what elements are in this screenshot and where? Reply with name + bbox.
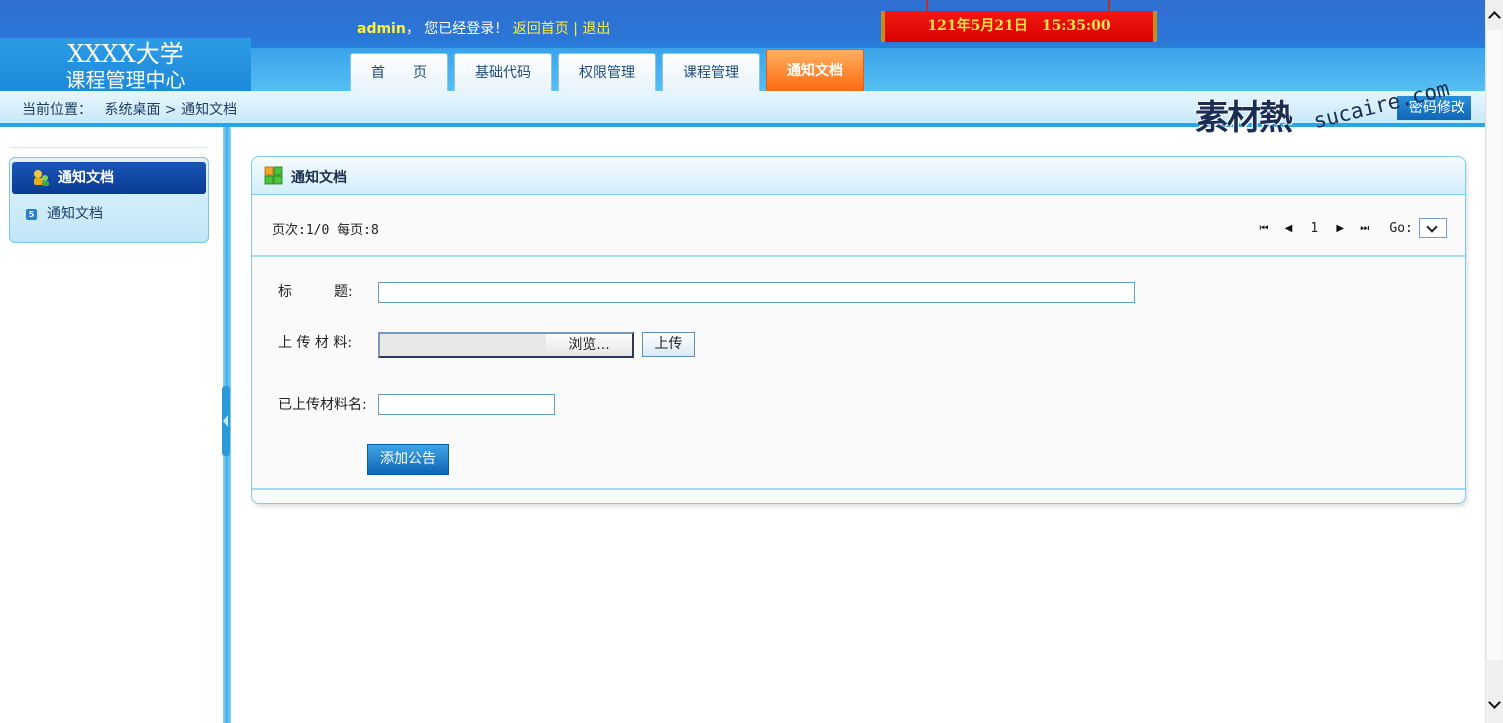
uploaded-file-input[interactable] bbox=[378, 394, 555, 415]
item-number-badge: 5 bbox=[26, 208, 37, 220]
panel-footer-line bbox=[252, 488, 1465, 490]
file-path-field[interactable] bbox=[380, 334, 547, 356]
sidebar-menu: 通知文档 5 通知文档 bbox=[9, 157, 209, 243]
current-page-number[interactable]: 1 bbox=[1310, 221, 1318, 236]
tab-basic-codes[interactable]: 基础代码 bbox=[454, 53, 552, 91]
last-page-icon[interactable]: ⏭ bbox=[1360, 223, 1369, 234]
upload-label: 上 传 材 料: bbox=[278, 335, 353, 351]
file-chooser[interactable]: 浏览... bbox=[378, 332, 634, 358]
main-panel: 通知文档 页次:1/0 每页:8 ⏮ ◀ 1 ▶ ⏭ Go: 标 题: 上 传 … bbox=[251, 156, 1466, 504]
breadcrumb-prefix: 当前位置： bbox=[22, 102, 92, 118]
first-page-icon[interactable]: ⏮ bbox=[1259, 223, 1268, 234]
tab-course-management[interactable]: 课程管理 bbox=[662, 53, 760, 91]
breadcrumb: 当前位置： 系统桌面 > 通知文档 bbox=[22, 99, 237, 119]
top-header: XXXX大学 课程管理中心 admin， 您已经登录！ 返回首页 | 退出 12… bbox=[0, 0, 1485, 91]
sidebar-item-label: 通知文档 bbox=[47, 206, 103, 222]
title-label: 标 题: bbox=[278, 284, 353, 300]
logout-link[interactable]: 退出 bbox=[582, 21, 610, 37]
browse-button[interactable]: 浏览... bbox=[546, 334, 632, 356]
sidebar-collapse-toggle[interactable] bbox=[222, 386, 230, 456]
next-page-icon[interactable]: ▶ bbox=[1336, 223, 1344, 234]
home-link[interactable]: 返回首页 bbox=[513, 21, 569, 37]
tab-home[interactable]: 首 页 bbox=[350, 53, 448, 91]
add-notice-button[interactable]: 添加公告 bbox=[367, 444, 449, 475]
date-time-clock: 121年5月21日 15:35:00 bbox=[881, 11, 1157, 42]
sidebar-header-label: 通知文档 bbox=[58, 170, 114, 186]
pager-controls: ⏮ ◀ 1 ▶ ⏭ Go: bbox=[1253, 218, 1447, 240]
watermark-text-cn: 素材熱 bbox=[1195, 98, 1293, 138]
vertical-scrollbar[interactable] bbox=[1485, 0, 1503, 723]
panel-title: 通知文档 bbox=[291, 170, 347, 186]
scroll-down-icon[interactable] bbox=[1486, 698, 1503, 715]
tab-notice-documents[interactable]: 通知文档 bbox=[766, 49, 864, 91]
upload-button[interactable]: 上传 bbox=[642, 332, 695, 357]
sidebar-item-notice-documents[interactable]: 5 通知文档 bbox=[26, 204, 103, 224]
tab-permissions[interactable]: 权限管理 bbox=[558, 53, 656, 91]
go-label: Go: bbox=[1389, 220, 1413, 236]
users-icon bbox=[34, 170, 49, 186]
uploaded-file-label: 已上传材料名: bbox=[278, 397, 367, 413]
scroll-track[interactable] bbox=[1487, 30, 1502, 660]
grid-icon bbox=[264, 166, 283, 185]
panel-header: 通知文档 bbox=[252, 157, 1465, 195]
watermark-logo: 素材熱 sucaire.com bbox=[1195, 76, 1452, 150]
username: admin bbox=[357, 21, 406, 37]
go-page-select[interactable] bbox=[1419, 218, 1447, 238]
pager-info: 页次:1/0 每页:8 bbox=[272, 223, 379, 238]
pager-row: 页次:1/0 每页:8 ⏮ ◀ 1 ▶ ⏭ Go: bbox=[252, 194, 1465, 257]
scroll-up-icon[interactable] bbox=[1486, 8, 1503, 25]
prev-page-icon[interactable]: ◀ bbox=[1285, 223, 1293, 234]
welcome-text: ， 您已经登录！ bbox=[405, 21, 509, 37]
link-separator: | bbox=[573, 21, 578, 37]
welcome-bar: admin， 您已经登录！ 返回首页 | 退出 bbox=[357, 18, 610, 38]
sidebar-separator bbox=[10, 147, 208, 148]
logo-subtitle: 课程管理中心 bbox=[65, 68, 186, 91]
breadcrumb-path: 系统桌面 > 通知文档 bbox=[104, 102, 238, 118]
sidebar-header[interactable]: 通知文档 bbox=[12, 162, 206, 194]
title-input[interactable] bbox=[378, 282, 1135, 303]
